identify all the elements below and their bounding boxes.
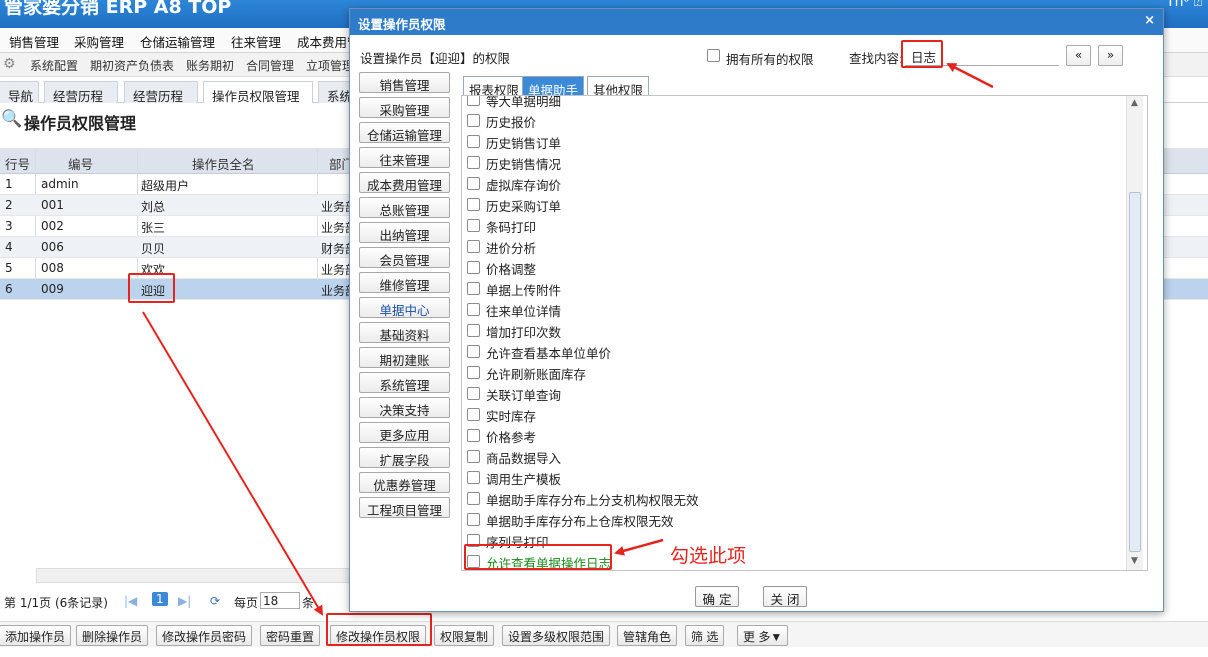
arrow-to-modify-button xyxy=(142,311,324,616)
annotation-arrows xyxy=(142,62,994,616)
arrow-to-search xyxy=(946,62,994,89)
arrow-to-permission xyxy=(614,538,664,556)
